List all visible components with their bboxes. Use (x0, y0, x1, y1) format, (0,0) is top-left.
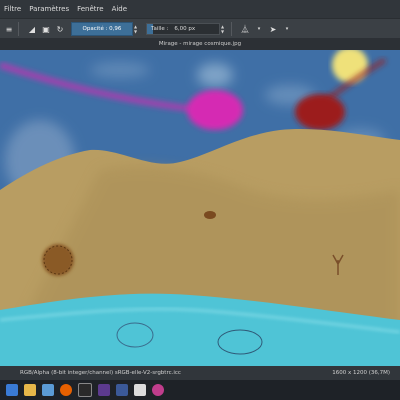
tumbleweed (42, 244, 74, 276)
size-stepper[interactable]: ▲ ▼ (221, 23, 227, 35)
opacity-label: Opacité : 0,96 (82, 26, 122, 32)
image-icon[interactable] (134, 384, 146, 396)
preserve-alpha-icon[interactable]: ▣ (41, 24, 51, 34)
size-slider[interactable]: Taille : 6,00 px (146, 23, 220, 35)
menu-help[interactable]: Aide (108, 5, 131, 13)
document-tab[interactable]: Mirage - mirage cosmique.jpg (0, 38, 400, 50)
status-bar: RGB/Alpha (8-bit integer/channel) sRGB-e… (0, 366, 400, 380)
separator (231, 22, 232, 36)
start-icon[interactable] (6, 384, 18, 396)
document-title: Mirage - mirage cosmique.jpg (158, 41, 242, 47)
mirror-icon[interactable]: ⏅ (240, 24, 250, 34)
brush-preset-icon[interactable]: ≡ (4, 24, 14, 34)
opacity-stepper[interactable]: ▲ ▼ (134, 23, 140, 35)
menu-settings[interactable]: Paramètres (25, 5, 73, 13)
menu-filter[interactable]: Filtre (0, 5, 25, 13)
app-icon[interactable] (78, 383, 92, 397)
taskbar (0, 380, 400, 400)
size-label: Taille : (151, 26, 169, 32)
opacity-slider[interactable]: Opacité : 0,96 (71, 22, 133, 36)
shield-icon[interactable] (42, 384, 54, 396)
menu-window[interactable]: Fenêtre (73, 5, 107, 13)
size-value: 6,00 px (174, 26, 196, 32)
image-dimensions: 1600 x 1200 (36,7M) (332, 370, 390, 376)
chevron-down-icon[interactable]: ▾ (282, 24, 292, 34)
painting-canvas[interactable] (0, 50, 400, 366)
app-icon-2[interactable] (116, 384, 128, 396)
play-icon[interactable]: ➤ (268, 24, 278, 34)
rock (204, 211, 216, 219)
painting (0, 50, 400, 366)
eraser-icon[interactable]: ◢ (27, 24, 37, 34)
reload-icon[interactable]: ↻ (55, 24, 65, 34)
browser-icon[interactable] (152, 384, 164, 396)
separator (18, 22, 19, 36)
tool-options-bar: ≡ ◢ ▣ ↻ Opacité : 0,96 ▲ ▼ Taille : 6,00 … (0, 18, 400, 40)
folder-icon[interactable] (24, 384, 36, 396)
chevron-down-icon[interactable]: ▾ (254, 24, 264, 34)
firefox-icon[interactable] (60, 384, 72, 396)
krita-icon[interactable] (98, 384, 110, 396)
menubar: Filtre Paramètres Fenêtre Aide (0, 0, 400, 18)
color-profile: RGB/Alpha (8-bit integer/channel) sRGB-e… (20, 370, 181, 376)
